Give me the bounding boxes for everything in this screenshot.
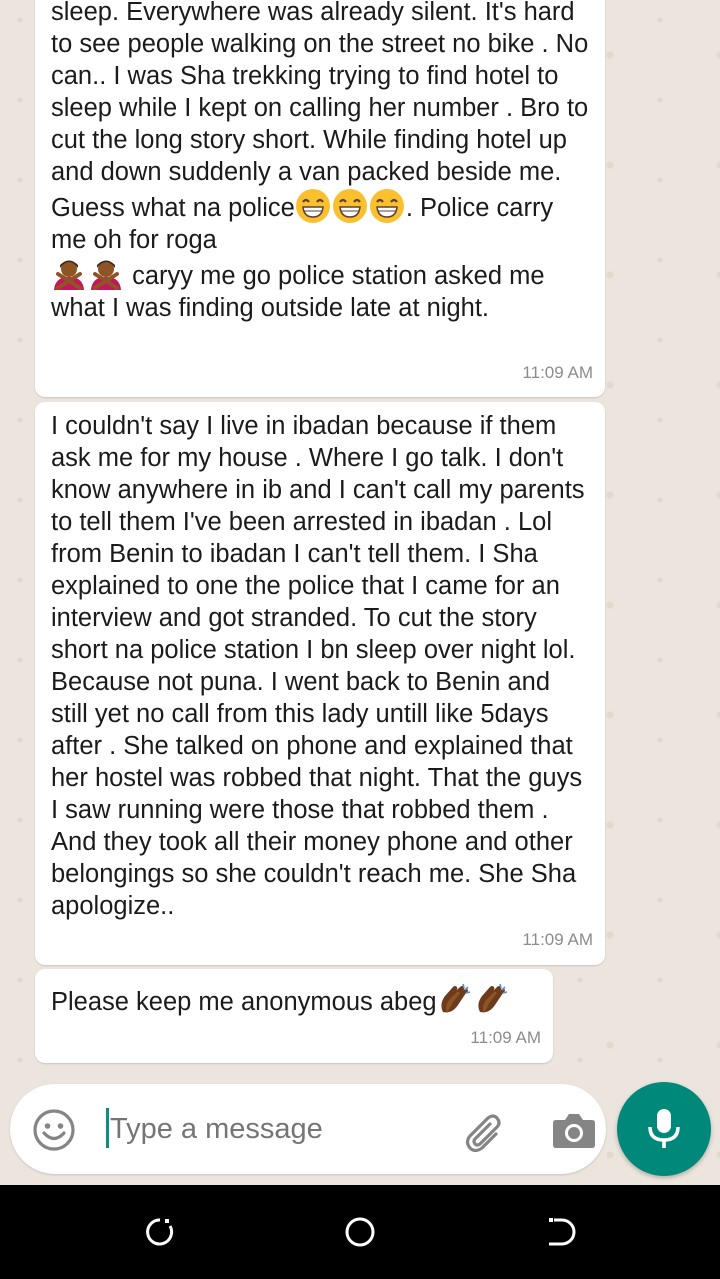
message-bubble[interactable]: I couldn't say I live in ibadan because … — [35, 402, 605, 965]
person-gesturing-no-emoji — [91, 260, 121, 290]
clapping-hands-emoji — [440, 983, 470, 1013]
microphone-icon — [648, 1109, 680, 1148]
message-bubble[interactable]: sleep. Everywhere was already silent. It… — [35, 0, 605, 397]
message-text: Please keep me anonymous abeg — [51, 969, 537, 1018]
recent-apps-icon[interactable] — [140, 1212, 180, 1252]
paperclip-icon[interactable] — [462, 1108, 510, 1152]
grinning-face-emoji — [369, 189, 404, 223]
message-text: I couldn't say I live in ibadan because … — [51, 412, 585, 920]
message-text: sleep. Everywhere was already silent. It… — [51, 0, 589, 324]
message-bubble[interactable]: Please keep me anonymous abeg 11:09 AM — [35, 969, 553, 1063]
grinning-face-emoji — [295, 189, 330, 223]
system-navigation-bar — [0, 1185, 720, 1279]
home-icon[interactable] — [340, 1212, 380, 1252]
grinning-face-emoji — [332, 189, 367, 223]
text-cursor — [106, 1108, 109, 1148]
message-text-part: caryy me go police station asked me what… — [51, 262, 545, 322]
message-timestamp: 11:09 AM — [522, 930, 593, 949]
message-text-part: Please keep me anonymous abeg — [51, 988, 437, 1016]
clapping-hands-emoji — [477, 983, 507, 1013]
person-gesturing-no-emoji — [54, 260, 84, 290]
record-voice-button[interactable] — [617, 1082, 711, 1176]
message-input[interactable] — [110, 1111, 430, 1147]
message-timestamp: 11:09 AM — [470, 1028, 541, 1047]
back-icon[interactable] — [540, 1212, 580, 1252]
message-timestamp: 11:09 AM — [522, 363, 593, 382]
camera-icon[interactable] — [550, 1108, 598, 1152]
smiley-icon[interactable] — [32, 1108, 76, 1152]
message-composer — [10, 1084, 606, 1174]
